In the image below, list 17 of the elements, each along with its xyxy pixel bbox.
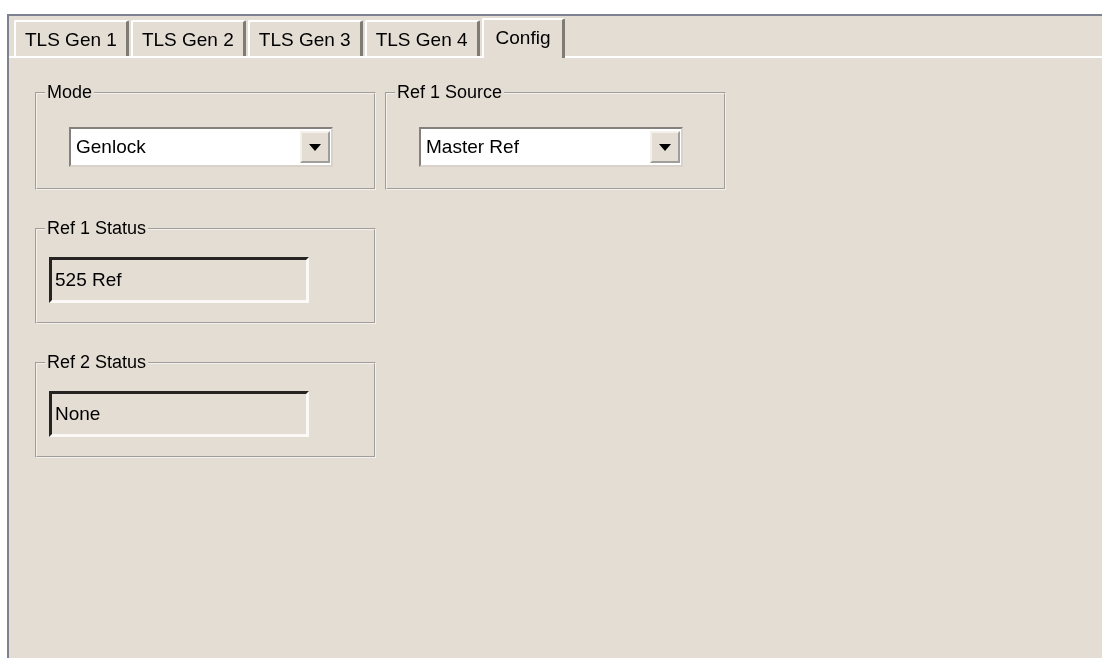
tab[interactable]: Config [481, 18, 566, 58]
dropdown-button[interactable] [300, 131, 330, 163]
tab[interactable]: TLS Gen 3 [247, 20, 363, 56]
status-field: 525 Ref [49, 257, 309, 303]
dropdown[interactable]: Master Ref [419, 127, 683, 167]
caret-icon [659, 143, 671, 151]
group-title: Ref 2 Status [46, 352, 148, 373]
status-field: None [49, 391, 309, 437]
dropdown-button[interactable] [650, 131, 680, 163]
tab[interactable]: TLS Gen 4 [364, 20, 480, 56]
group-title: Ref 1 Source [396, 82, 504, 103]
dropdown[interactable]: Genlock [69, 127, 333, 167]
tab[interactable]: TLS Gen 2 [130, 20, 246, 56]
group-title: Mode [46, 82, 94, 103]
caret-icon [309, 143, 321, 151]
group-title: Ref 1 Status [46, 218, 148, 239]
tab[interactable]: TLS Gen 1 [14, 20, 129, 56]
